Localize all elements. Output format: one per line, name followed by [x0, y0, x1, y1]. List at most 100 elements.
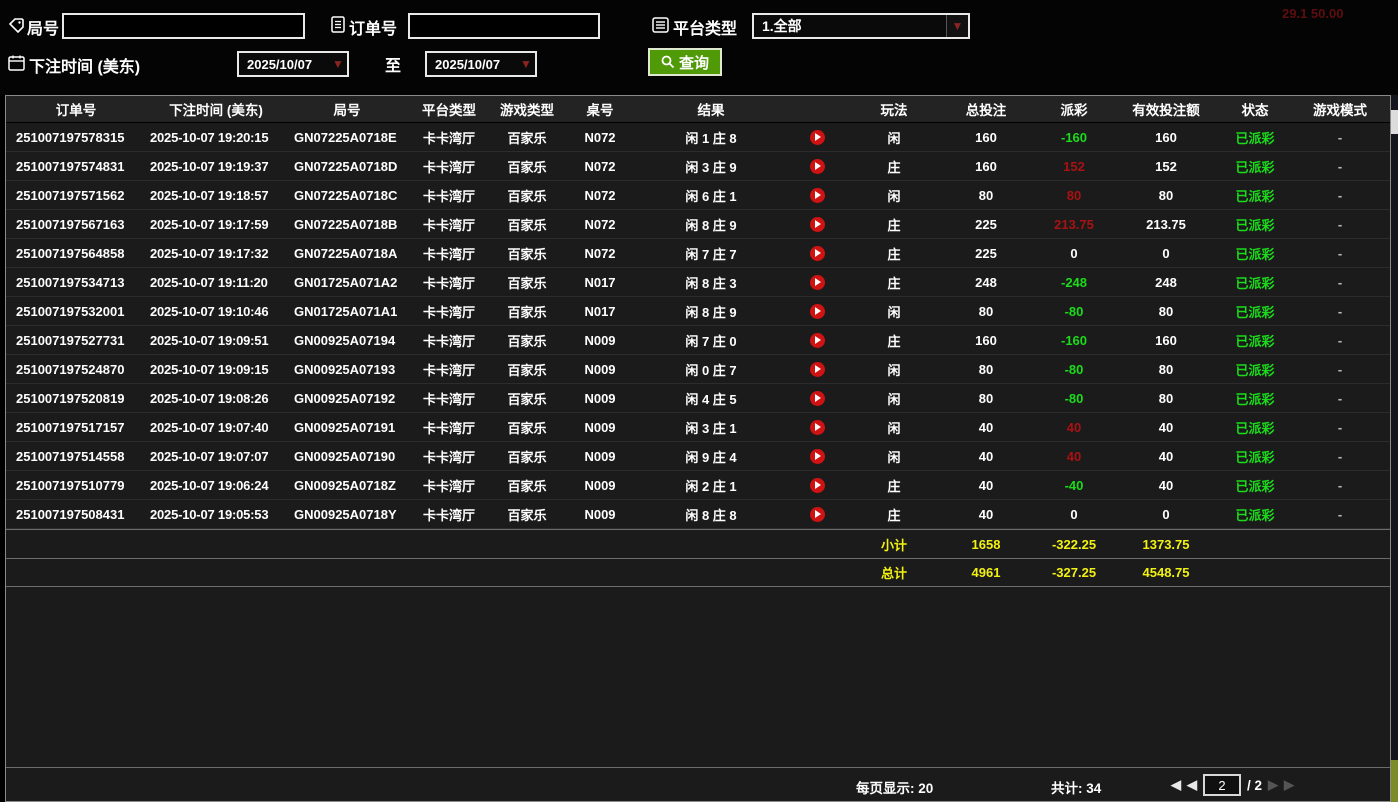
replay-play-icon[interactable]: [810, 130, 825, 145]
play-type-cell: 庄: [848, 157, 940, 176]
order-number-cell: 251007197574831: [6, 159, 146, 174]
replay-play-icon[interactable]: [810, 246, 825, 261]
table-row: 251007197510779 2025-10-07 19:06:24 GN00…: [6, 471, 1390, 500]
next-page-button[interactable]: ▶: [1268, 772, 1278, 798]
header-total-bet[interactable]: 总投注: [940, 99, 1032, 119]
bet-time-cell: 2025-10-07 19:11:20: [146, 275, 286, 290]
replay-play-icon[interactable]: [810, 333, 825, 348]
table-row: 251007197524870 2025-10-07 19:09:15 GN00…: [6, 355, 1390, 384]
table-row: 251007197532001 2025-10-07 19:10:46 GN01…: [6, 297, 1390, 326]
bet-time-cell: 2025-10-07 19:19:37: [146, 159, 286, 174]
replay-play-icon[interactable]: [810, 449, 825, 464]
result-cell: 闲 6 庄 1: [636, 186, 786, 205]
to-label: 至: [385, 52, 401, 76]
date-from-select[interactable]: 2025/10/07 ▼: [237, 51, 349, 77]
replay-play-icon[interactable]: [810, 188, 825, 203]
date-to-select[interactable]: 2025/10/07 ▼: [425, 51, 537, 77]
header-valid-bet[interactable]: 有效投注额: [1116, 99, 1216, 119]
subtotal-label: 小计: [848, 535, 940, 554]
total-bet-cell: 40: [940, 420, 1032, 435]
game-type-cell: 百家乐: [490, 157, 564, 176]
payout-cell: 0: [1032, 507, 1116, 522]
game-mode-cell: -: [1294, 449, 1386, 464]
table-no-cell: N072: [564, 130, 636, 145]
replay-play-icon[interactable]: [810, 217, 825, 232]
payout-cell: 152: [1032, 159, 1116, 174]
platform-type-value: 1.全部: [762, 16, 802, 36]
status-cell: 已派彩: [1216, 273, 1294, 292]
replay-play-icon[interactable]: [810, 304, 825, 319]
header-result[interactable]: 结果: [636, 99, 786, 119]
header-status[interactable]: 状态: [1216, 99, 1294, 119]
order-number-cell: 251007197527731: [6, 333, 146, 348]
query-button[interactable]: 查询: [648, 48, 722, 76]
bet-time-cell: 2025-10-07 19:09:15: [146, 362, 286, 377]
replay-cell: [786, 391, 848, 406]
table-row: 251007197517157 2025-10-07 19:07:40 GN00…: [6, 413, 1390, 442]
table-no-cell: N009: [564, 420, 636, 435]
platform-type-select[interactable]: 1.全部 ▼: [752, 13, 970, 39]
header-round[interactable]: 局号: [286, 99, 408, 119]
table-row: 251007197564858 2025-10-07 19:17:32 GN07…: [6, 239, 1390, 268]
payout-cell: -160: [1032, 130, 1116, 145]
table-row: 251007197571562 2025-10-07 19:18:57 GN07…: [6, 181, 1390, 210]
game-mode-cell: -: [1294, 333, 1386, 348]
platform-cell: 卡卡湾厅: [408, 128, 490, 147]
platform-cell: 卡卡湾厅: [408, 302, 490, 321]
header-payout[interactable]: 派彩: [1032, 99, 1116, 119]
table-row: 251007197508431 2025-10-07 19:05:53 GN00…: [6, 500, 1390, 529]
game-type-cell: 百家乐: [490, 476, 564, 495]
table-row: 251007197527731 2025-10-07 19:09:51 GN00…: [6, 326, 1390, 355]
subtotal-valid-bet: 1373.75: [1116, 537, 1216, 552]
platform-cell: 卡卡湾厅: [408, 389, 490, 408]
game-type-cell: 百家乐: [490, 273, 564, 292]
round-number-cell: GN00925A0718Z: [286, 478, 408, 493]
replay-play-icon[interactable]: [810, 391, 825, 406]
game-type-cell: 百家乐: [490, 215, 564, 234]
header-game-type[interactable]: 游戏类型: [490, 99, 564, 119]
round-number-input[interactable]: [62, 13, 305, 39]
replay-play-icon[interactable]: [810, 507, 825, 522]
bet-time-cell: 2025-10-07 19:18:57: [146, 188, 286, 203]
replay-cell: [786, 420, 848, 435]
game-mode-cell: -: [1294, 362, 1386, 377]
header-bet-time[interactable]: 下注时间 (美东): [146, 99, 286, 119]
header-table-no[interactable]: 桌号: [564, 99, 636, 119]
first-page-button[interactable]: ◀: [1171, 772, 1181, 798]
round-number-cell: GN00925A07194: [286, 333, 408, 348]
replay-play-icon[interactable]: [810, 478, 825, 493]
replay-play-icon[interactable]: [810, 159, 825, 174]
subtotal-total-bet: 1658: [940, 537, 1032, 552]
header-game-mode[interactable]: 游戏模式: [1294, 99, 1386, 119]
replay-play-icon[interactable]: [810, 275, 825, 290]
prev-page-button[interactable]: ◀: [1187, 772, 1197, 798]
valid-bet-cell: 160: [1116, 130, 1216, 145]
tag-icon: [8, 17, 25, 34]
date-to-value: 2025/10/07: [435, 57, 500, 72]
header-play-type[interactable]: 玩法: [848, 99, 940, 119]
per-page-label: 每页显示: 20: [856, 777, 933, 797]
header-order[interactable]: 订单号: [6, 99, 146, 119]
round-number-cell: GN00925A07192: [286, 391, 408, 406]
status-cell: 已派彩: [1216, 476, 1294, 495]
last-page-button[interactable]: ▶: [1284, 772, 1294, 798]
replay-play-icon[interactable]: [810, 420, 825, 435]
page-number-input[interactable]: [1203, 774, 1241, 796]
play-type-cell: 庄: [848, 476, 940, 495]
table-no-cell: N009: [564, 391, 636, 406]
order-number-input[interactable]: [408, 13, 600, 39]
replay-cell: [786, 449, 848, 464]
header-platform[interactable]: 平台类型: [408, 99, 490, 119]
platform-cell: 卡卡湾厅: [408, 476, 490, 495]
game-mode-cell: -: [1294, 159, 1386, 174]
replay-play-icon[interactable]: [810, 362, 825, 377]
replay-cell: [786, 478, 848, 493]
platform-cell: 卡卡湾厅: [408, 331, 490, 350]
order-number-cell: 251007197514558: [6, 449, 146, 464]
bet-time-cell: 2025-10-07 19:07:07: [146, 449, 286, 464]
total-bet-cell: 40: [940, 507, 1032, 522]
status-cell: 已派彩: [1216, 505, 1294, 524]
platform-cell: 卡卡湾厅: [408, 273, 490, 292]
valid-bet-cell: 80: [1116, 391, 1216, 406]
game-mode-cell: -: [1294, 391, 1386, 406]
